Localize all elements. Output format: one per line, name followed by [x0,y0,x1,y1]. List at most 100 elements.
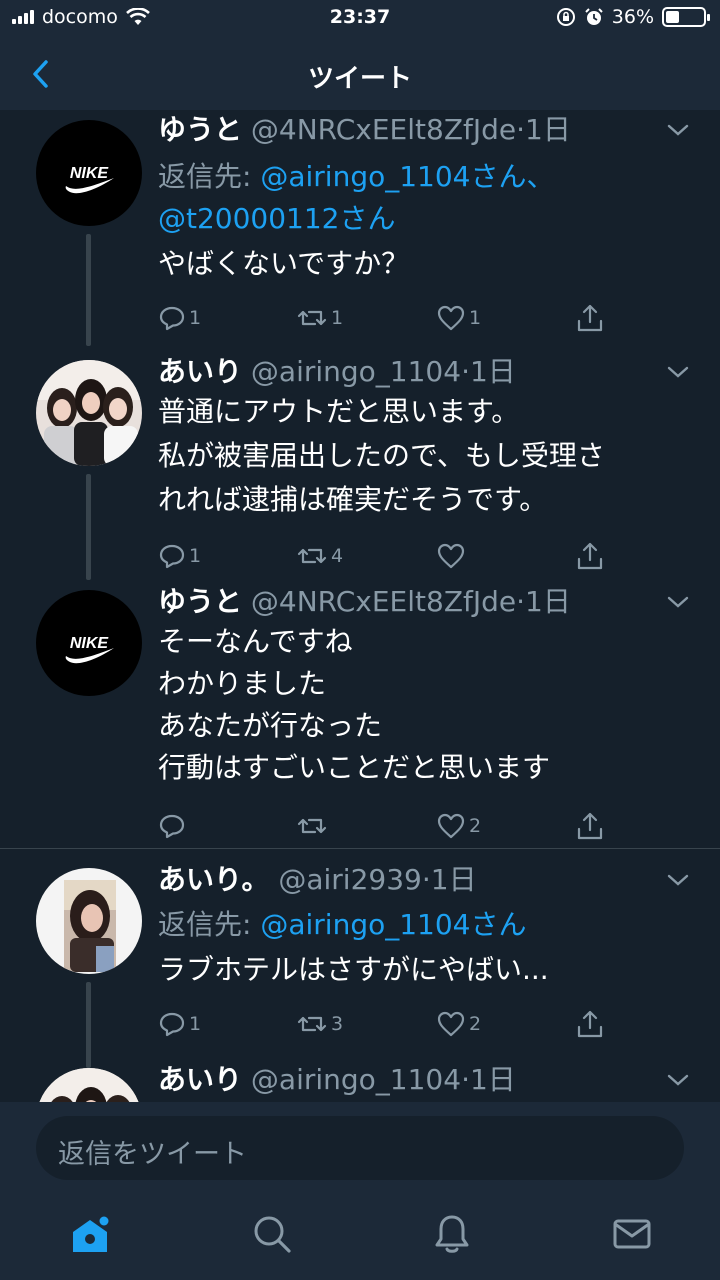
display-name[interactable]: ゆうと [158,585,242,618]
user-handle[interactable]: @airingo_1104 [251,355,461,388]
tweet[interactable]: NIKE ゆうと @4NRCxEElt8ZfJde·1日 そーなんですね わかり… [0,582,720,848]
like-button[interactable]: 2 [436,808,481,844]
messages-icon[interactable] [610,1212,654,1256]
tweet-text: あなたが行なった [158,709,383,742]
tweet-text: れれば逮捕は確実だそうです。 [158,483,548,516]
retweet-count: 1 [331,307,344,329]
reply-bar: 返信をツイート [0,1102,720,1194]
retweet-button[interactable] [296,808,331,844]
tweet-text: やばくないですか？ [158,247,410,280]
display-name[interactable]: あいり。 [158,863,269,896]
user-handle[interactable]: @airingo_1104 [251,1063,461,1096]
avatar-logo-text: NIKE [70,165,110,182]
retweet-icon [297,548,327,564]
mention-link[interactable]: @t20000112さん [158,198,396,240]
display-name[interactable]: ゆうと [158,113,242,146]
tweet-actions: 1 1 1 [158,300,608,336]
heart-icon [437,543,465,569]
user-handle[interactable]: @airi2939 [278,863,422,896]
reply-icon [159,1012,185,1037]
reply-button[interactable]: 1 [158,300,201,336]
reply-count: 1 [189,1013,202,1035]
tweet-header: ゆうと @4NRCxEElt8ZfJde·1日 [158,113,571,146]
avatar[interactable] [36,1068,142,1102]
nav-bar: ツイート [0,38,720,110]
tweet-thread[interactable]: NIKE ゆうと @4NRCxEElt8ZfJde·1日 返信先: @airin… [0,110,720,1102]
reply-input[interactable]: 返信をツイート [36,1116,684,1180]
display-name[interactable]: あいり [158,355,242,388]
retweet-icon [297,818,327,834]
share-button[interactable] [576,808,604,844]
retweet-button[interactable]: 1 [296,300,343,336]
share-icon [577,542,603,570]
avatar[interactable]: NIKE [36,120,142,226]
chevron-down-icon[interactable] [666,364,690,380]
like-button[interactable] [436,538,469,574]
like-button[interactable]: 1 [436,300,481,336]
tweet-text: そーなんですね [158,625,353,658]
like-button[interactable]: 2 [436,1006,481,1042]
reply-button[interactable] [158,808,189,844]
chevron-down-icon[interactable] [666,594,690,610]
reply-to: 返信先: @airingo_1104さん、 [158,160,555,193]
tweet-header: ゆうと @4NRCxEElt8ZfJde·1日 [158,585,571,618]
user-handle[interactable]: @4NRCxEElt8ZfJde [251,113,516,146]
share-icon [577,1010,603,1038]
share-icon [577,812,603,840]
heart-icon [437,1011,465,1037]
reply-icon [159,544,185,569]
retweet-button[interactable]: 4 [296,538,343,574]
tweet-time: 1日 [525,113,571,146]
share-button[interactable] [576,1006,604,1042]
alarm-icon [585,8,603,25]
retweet-button[interactable]: 3 [296,1006,343,1042]
reply-count: 1 [189,545,202,567]
reply-count: 1 [189,307,202,329]
avatar[interactable] [36,360,142,466]
like-count: 1 [469,307,482,329]
battery-icon [662,7,710,27]
divider [0,848,720,849]
tweet-header: あいり。 @airi2939·1日 [158,863,477,896]
heart-icon [437,305,465,331]
thread-line [86,982,91,1068]
tweet-time: 1日 [430,863,477,896]
avatar[interactable] [36,868,142,974]
share-button[interactable] [576,300,604,336]
reply-button[interactable]: 1 [158,538,201,574]
tweet-header: あいり @airingo_1104·1日 [158,1063,516,1096]
retweet-icon [297,1016,327,1032]
thread-line [86,474,91,580]
tweet-text: ラブホテルはさすがにやばい... [158,953,549,986]
tweet[interactable]: あいり @airingo_1104·1日 [0,1060,720,1102]
avatar[interactable]: NIKE [36,590,142,696]
reply-button[interactable]: 1 [158,1006,201,1042]
tweet-actions: 2 [158,808,608,844]
thread-line [86,234,91,346]
like-count: 2 [469,1013,482,1035]
search-icon[interactable] [250,1212,294,1256]
chevron-down-icon[interactable] [666,872,690,888]
like-count: 2 [469,815,482,837]
chevron-down-icon[interactable] [666,1072,690,1088]
avatar-logo-text: NIKE [70,635,110,652]
share-button[interactable] [576,538,604,574]
reply-icon [159,814,185,839]
tweet[interactable]: あいり。 @airi2939·1日 返信先: @airingo_1104さん ラ… [0,860,720,1068]
tweet[interactable]: NIKE ゆうと @4NRCxEElt8ZfJde·1日 返信先: @airin… [0,110,720,346]
rotation-lock-icon [556,8,575,26]
battery-percent: 36% [611,6,654,28]
mention-link[interactable]: @airingo_1104さん、 [260,160,554,193]
tweet[interactable]: あいり @airingo_1104·1日 普通にアウトだと思います。 私が被害届… [0,352,720,580]
tweet-time: 1日 [469,355,516,388]
display-name[interactable]: あいり [158,1063,242,1096]
user-handle[interactable]: @4NRCxEElt8ZfJde [251,585,516,618]
tweet-time: 1日 [469,1063,516,1096]
tweet-text: 私が被害届出したので、もし受理さ [158,439,605,472]
notifications-icon[interactable] [430,1212,474,1256]
home-icon[interactable] [68,1212,112,1256]
mention-link[interactable]: @airingo_1104さん [260,908,526,941]
chevron-down-icon[interactable] [666,122,690,138]
reply-icon [159,306,185,331]
tweet-text: 行動はすごいことだと思います [158,751,551,784]
